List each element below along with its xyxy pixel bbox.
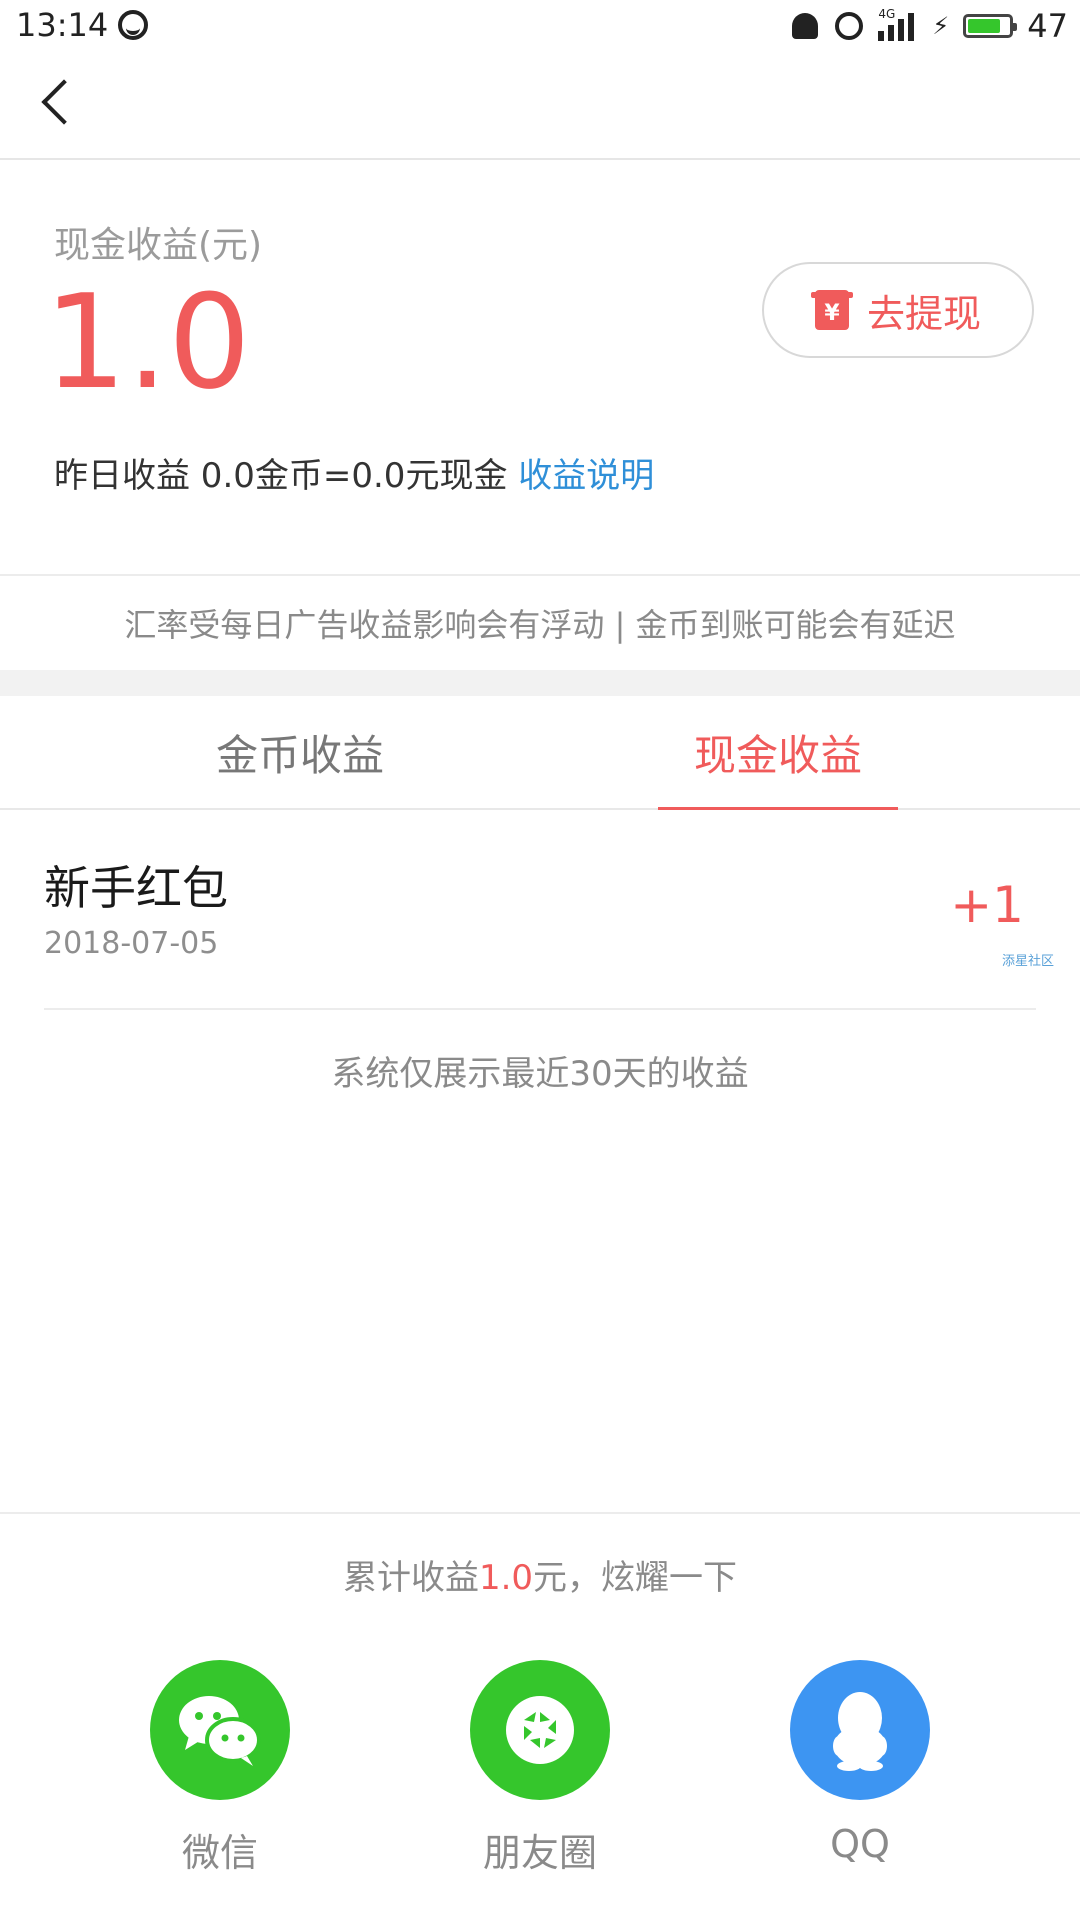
share-caption: 累计收益1.0元，炫耀一下 (0, 1550, 1080, 1599)
record-amount: +1 (950, 876, 1024, 934)
withdraw-button[interactable]: ¥ 去提现 (762, 262, 1034, 358)
yesterday-earnings-text: 昨日收益 0.0金币=0.0元现金 (54, 456, 508, 496)
status-bar: 13:14 4G ⚡ 47 (0, 0, 1080, 52)
alarm-icon (834, 11, 864, 41)
share-caption-prefix: 累计收益 (342, 1558, 479, 1598)
watermark: 添星社区 (1001, 954, 1054, 969)
cash-earnings-label: 现金收益(元) (54, 225, 263, 266)
earnings-explain-link[interactable]: 收益说明 (518, 456, 654, 496)
silent-bell-icon (790, 11, 820, 41)
section-divider (0, 670, 1080, 696)
nav-bar (0, 52, 1080, 160)
exchange-rate-notice: 汇率受每日广告收益影响会有浮动 | 金币到账可能会有延迟 (0, 574, 1080, 670)
wechat-icon[interactable] (150, 1660, 290, 1800)
share-moments-button[interactable]: 朋友圈 (440, 1660, 640, 1877)
status-time: 13:14 (16, 6, 109, 44)
withdraw-button-label: 去提现 (866, 291, 981, 336)
share-caption-amount: 1.0 (478, 1558, 534, 1598)
signal-icon: 4G (878, 7, 918, 41)
share-qq-button[interactable]: QQ (760, 1660, 960, 1866)
share-area: 累计收益1.0元，炫耀一下 微信 朋友圈 QQ (0, 1512, 1080, 1920)
earnings-summary: 现金收益(元) 1.0 ¥ 去提现 昨日收益 0.0金币=0.0元现金 收益说明 (0, 160, 1080, 574)
record-date: 2018-07-05 (44, 926, 219, 961)
battery-level: 47 (1027, 7, 1068, 45)
cash-earnings-amount: 1.0 (44, 266, 251, 418)
wallet-icon: ¥ (810, 290, 853, 330)
share-wechat-button[interactable]: 微信 (120, 1660, 320, 1877)
wallet-icon-glyph: ¥ (824, 300, 840, 326)
share-moments-label: 朋友圈 (482, 1831, 597, 1875)
qq-icon[interactable] (790, 1660, 930, 1800)
charging-icon: ⚡ (932, 12, 950, 40)
yesterday-earnings: 昨日收益 0.0金币=0.0元现金 收益说明 (54, 448, 654, 497)
app-notification-icon (118, 10, 148, 40)
record-title: 新手红包 (44, 861, 228, 915)
back-arrow-icon[interactable] (41, 79, 87, 125)
share-qq-label: QQ (830, 1822, 890, 1866)
records-note: 系统仅展示最近30天的收益 (331, 1054, 749, 1094)
share-wechat-label: 微信 (181, 1831, 258, 1875)
share-caption-suffix: 元，炫耀一下 (533, 1558, 738, 1598)
earnings-tabs: 金币收益 现金收益 (0, 696, 1080, 810)
battery-icon (963, 14, 1018, 38)
status-indicators: 4G ⚡ 47 (790, 6, 1068, 46)
moments-icon[interactable] (470, 1660, 610, 1800)
tab-cash-earnings[interactable]: 现金收益 (658, 696, 898, 810)
list-item: 新手红包 2018-07-05 +1 添星社区 (44, 810, 1054, 1010)
tab-coin-earnings[interactable]: 金币收益 (180, 696, 420, 808)
